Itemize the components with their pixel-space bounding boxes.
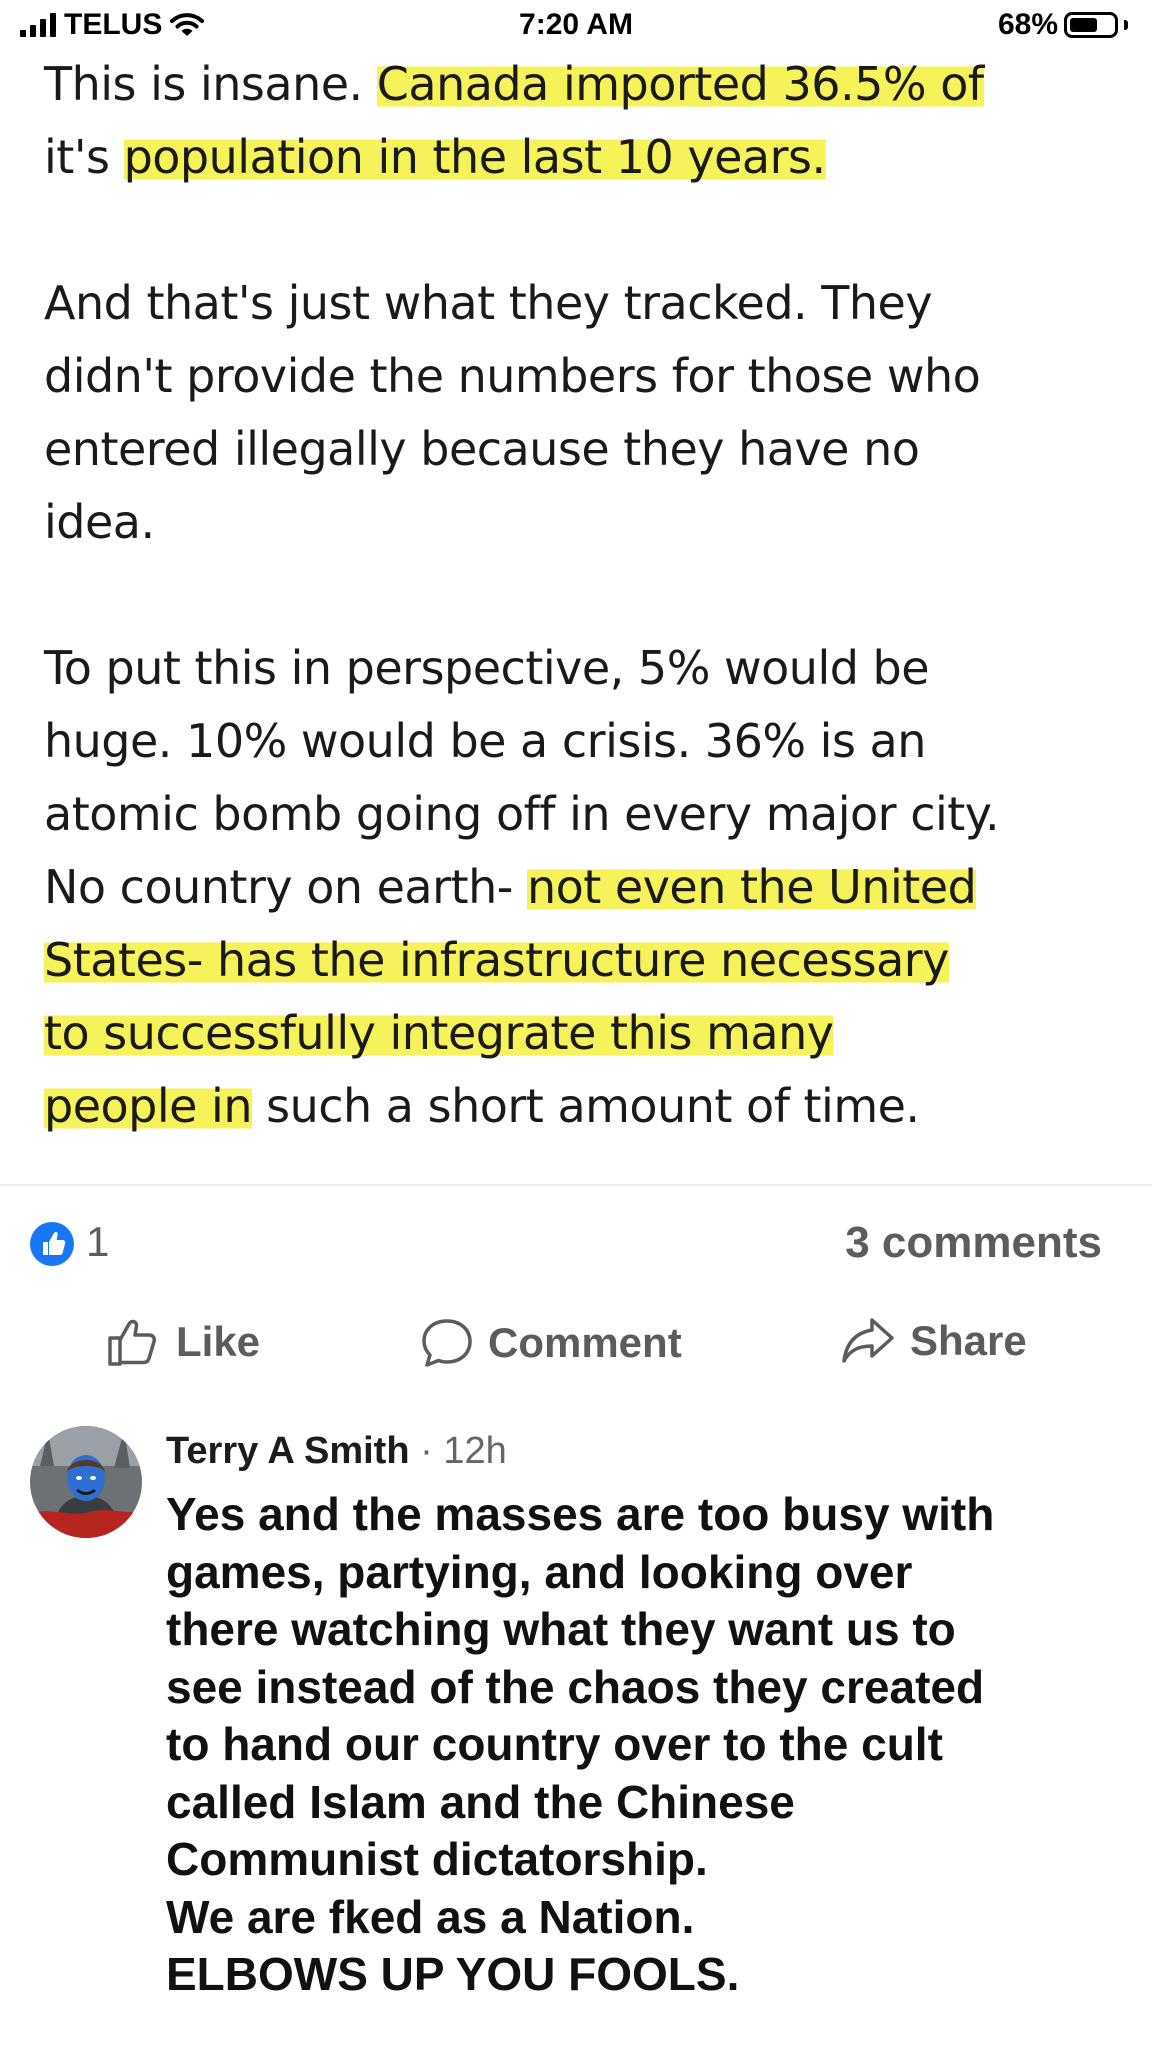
action-bar: Like Comment Share xyxy=(0,1316,1152,1386)
like-label: Like xyxy=(176,1318,261,1365)
post-line: To put this in perspective, 5% would be xyxy=(44,641,930,695)
comment-line: to hand our country over to the cult xyxy=(166,1718,943,1770)
post-line: entered illegally because they have no xyxy=(44,422,920,476)
comment-author[interactable]: Terry A Smith xyxy=(166,1430,410,1472)
highlighted-text: people in xyxy=(44,1079,252,1133)
share-label: Share xyxy=(910,1317,1027,1364)
battery-cap xyxy=(1124,20,1128,30)
share-icon xyxy=(842,1318,894,1363)
comment-time[interactable]: 12h xyxy=(443,1430,506,1472)
thumbs-up-icon xyxy=(108,1319,156,1366)
post-line: idea. xyxy=(44,495,155,549)
post-line: No country on earth- not even the United xyxy=(44,851,1114,924)
comment-icon xyxy=(422,1319,472,1367)
post-line: people in such a short amount of time. xyxy=(44,1070,1114,1143)
post-line: atomic bomb going off in every major cit… xyxy=(44,787,1000,841)
comment-button[interactable]: Comment xyxy=(420,1316,682,1370)
share-button[interactable]: Share xyxy=(840,1316,1027,1366)
comment-label: Comment xyxy=(488,1319,682,1366)
reaction-summary: 1 3 comments xyxy=(30,1218,1102,1274)
post-body: This is insane. Canada imported 36.5% of… xyxy=(44,48,1114,1143)
comment-line: Yes and the masses are too busy with xyxy=(166,1488,995,1540)
comment-count[interactable]: 3 comments xyxy=(845,1218,1102,1268)
comment-line: games, partying, and looking over xyxy=(166,1545,913,1598)
post-text: This is insane. xyxy=(44,57,377,111)
post-line: And that's just what they tracked. They xyxy=(44,276,933,330)
post-line: This is insane. Canada imported 36.5% of xyxy=(44,48,1114,121)
comment-line: called Islam and the Chinese xyxy=(166,1775,795,1828)
battery-icon xyxy=(1064,12,1118,38)
highlighted-text: to successfully integrate this many xyxy=(44,1006,834,1060)
like-reaction-icon[interactable] xyxy=(30,1222,74,1266)
comment-separator: · xyxy=(409,1430,444,1472)
highlighted-text: not even the United xyxy=(526,860,977,914)
comment-text: Yes and the masses are too busy with gam… xyxy=(166,1486,1126,2004)
status-right: 68% xyxy=(998,8,1128,42)
comment-header: Terry A Smith · 12h xyxy=(166,1430,507,1473)
highlighted-text: States- has the infrastructure necessary xyxy=(44,933,949,987)
post-text: it's xyxy=(44,130,124,184)
comment-line: Communist dictatorship. xyxy=(166,1833,708,1885)
battery-percent: 68% xyxy=(997,8,1058,41)
post-text: No country on earth- xyxy=(44,860,527,914)
like-count[interactable]: 1 xyxy=(86,1218,109,1266)
post-line: to successfully integrate this many xyxy=(44,997,1114,1070)
clock: 7:20 AM xyxy=(519,8,633,41)
comment-line: ELBOWS UP YOU FOOLS. xyxy=(166,1948,740,2000)
avatar[interactable] xyxy=(30,1426,142,1538)
highlighted-text: population in the last 10 years. xyxy=(123,130,826,184)
comment-line: there watching what they want us to xyxy=(166,1603,956,1655)
post-line: huge. 10% would be a crisis. 36% is an xyxy=(44,714,926,768)
comment-line: see instead of the chaos they created xyxy=(166,1660,985,1713)
divider xyxy=(0,1184,1152,1186)
comment-line: We are fked as a Nation. xyxy=(166,1890,695,1943)
post-line: States- has the infrastructure necessary xyxy=(44,924,1114,997)
highlighted-text: Canada imported 36.5% of xyxy=(376,57,984,111)
post-text: such a short amount of time. xyxy=(251,1079,920,1133)
like-button[interactable]: Like xyxy=(106,1316,260,1368)
post-line: didn't provide the numbers for those who xyxy=(44,349,981,403)
post-line: it's population in the last 10 years. xyxy=(44,121,1114,194)
